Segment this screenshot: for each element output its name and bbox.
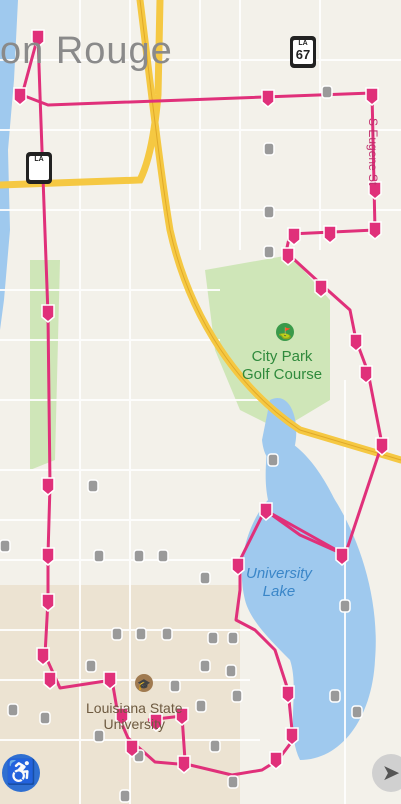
lake-label[interactable]: University Lake	[246, 565, 312, 601]
highway-shield-67: LA 67	[290, 36, 316, 68]
university-label-line-2: University	[103, 716, 165, 732]
university-label[interactable]: Louisiana State University	[86, 700, 183, 732]
map-canvas[interactable]: ⛳ 🎓	[0, 0, 401, 804]
street-label: S Eugene St	[366, 118, 380, 186]
shield-route: 67	[295, 47, 311, 62]
lake-label-line-1: University	[246, 565, 312, 582]
highway-shield: LA	[26, 152, 52, 184]
lake-label-line-2: Lake	[262, 583, 296, 600]
svg-text:🎓: 🎓	[137, 678, 151, 691]
university-label-line-1: Louisiana State	[86, 700, 183, 716]
park-strip	[30, 260, 60, 470]
park-label-line-1: City Park	[251, 348, 313, 365]
city-label: on Rouge	[0, 30, 173, 72]
svg-text:⛳: ⛳	[278, 327, 292, 340]
shield-state: LA	[34, 156, 44, 163]
wheelchair-icon[interactable]: ♿	[2, 754, 40, 792]
park-label-line-2: Golf Course	[242, 366, 323, 383]
park-label[interactable]: City Park Golf Course	[242, 348, 322, 384]
